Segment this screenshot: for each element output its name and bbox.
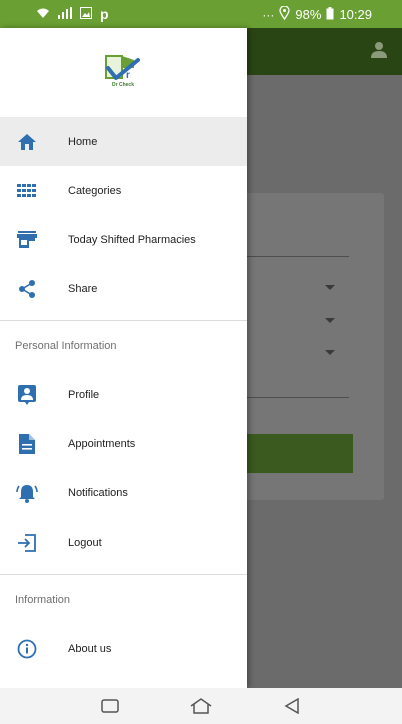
back-icon[interactable] — [284, 698, 300, 714]
store-icon — [16, 229, 38, 251]
more-icon: ··· — [262, 7, 275, 22]
profile-icon — [16, 384, 38, 406]
drawer-item-label: Notifications — [68, 486, 128, 499]
drawer-item-label: Profile — [68, 388, 100, 401]
logo-text: Dr Check — [112, 82, 134, 88]
drawer-divider — [0, 574, 247, 575]
document-icon — [16, 433, 38, 455]
section-title-personal-information: Personal Information — [15, 340, 117, 352]
pinterest-icon: p — [100, 6, 109, 22]
drawer-item-label: Appointments — [68, 437, 136, 450]
system-nav-bar — [0, 688, 402, 724]
info-icon — [16, 638, 38, 660]
drawer-divider — [0, 320, 247, 321]
wifi-icon — [36, 7, 50, 22]
gallery-icon — [80, 6, 92, 22]
battery-icon — [326, 6, 334, 23]
background-submit-button — [247, 434, 353, 473]
user-icon[interactable] — [369, 40, 389, 60]
section-title-information: Information — [15, 594, 71, 606]
clock-text: 10:29 — [339, 7, 372, 22]
drawer-item-label: Share — [68, 282, 98, 295]
background-field-line — [247, 397, 349, 398]
recents-icon[interactable] — [101, 698, 119, 714]
dropdown-arrow-icon — [325, 318, 335, 323]
drawer-item-profile[interactable]: Profile — [0, 370, 247, 419]
drawer-item-share[interactable]: Share — [0, 264, 247, 313]
dropdown-arrow-icon — [325, 285, 335, 290]
drawer-item-today-shifted-pharmacies[interactable]: Today Shifted Pharmacies — [0, 215, 247, 264]
background-field-line — [247, 256, 349, 257]
svg-text:r: r — [126, 70, 130, 81]
bell-icon — [16, 482, 38, 504]
drawer-item-appointments[interactable]: Appointments — [0, 419, 247, 468]
home-nav-icon[interactable] — [190, 698, 212, 714]
drawer-item-about-us[interactable]: About us — [0, 624, 247, 673]
grid-icon — [16, 180, 38, 202]
battery-text: 98% — [295, 7, 322, 22]
drawer-item-label: Home — [68, 135, 98, 148]
location-icon — [279, 5, 291, 23]
drawer-item-label: Today Shifted Pharmacies — [68, 233, 196, 246]
drawer-item-categories[interactable]: Categories — [0, 166, 247, 215]
drawer-item-label: Categories — [68, 184, 122, 197]
drawer-item-logout[interactable]: Logout — [0, 518, 247, 567]
drawer-item-label: Logout — [68, 536, 102, 549]
dropdown-arrow-icon — [325, 350, 335, 355]
status-bar: p ··· 98% 10:29 — [0, 0, 402, 28]
signal-icon — [58, 6, 72, 22]
home-icon — [16, 131, 38, 153]
drawer-item-home[interactable]: Home — [0, 117, 247, 166]
drawer-item-label: About us — [68, 642, 112, 655]
drawer-item-notifications[interactable]: Notifications — [0, 468, 247, 517]
share-icon — [16, 278, 38, 300]
logout-icon — [16, 532, 38, 554]
navigation-drawer: r Dr Check Home Categories Today Shifted… — [0, 28, 247, 688]
